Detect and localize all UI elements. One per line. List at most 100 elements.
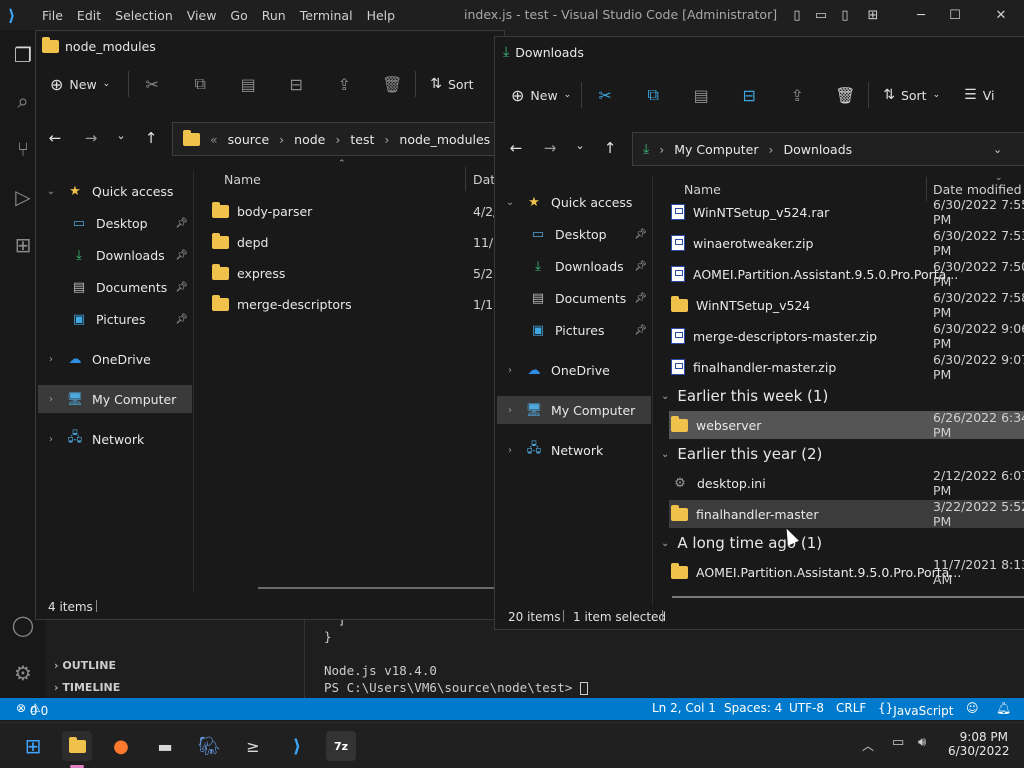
forward-arrow-icon[interactable]: → — [539, 139, 561, 157]
network-status-icon[interactable]: ▭ — [892, 735, 904, 750]
outline-section[interactable]: › OUTLINE — [54, 659, 116, 672]
file-explorer-taskbar-icon[interactable] — [62, 731, 92, 761]
recent-locations-chevron-icon[interactable]: ⌄ — [569, 139, 591, 152]
file-row[interactable]: depd 11/1 — [212, 228, 504, 256]
nav-documents[interactable]: ▤ Documents 📌︎ — [523, 284, 651, 312]
group-header-long-time-ago[interactable]: ⌄ A long time ago (1) — [661, 534, 822, 552]
nav-my-computer[interactable]: › 🖥︎ My Computer — [497, 396, 651, 424]
nav-desktop[interactable]: ▭ Desktop 📌︎ — [64, 209, 192, 237]
customize-layout-icon[interactable]: ⊞ — [858, 0, 888, 30]
volume-icon[interactable]: 🔊︎ — [918, 735, 926, 750]
column-header-name[interactable]: Name — [224, 172, 261, 187]
file-row[interactable]: finalhandler-master.zip 6/30/2022 9:07 PM — [671, 352, 1024, 382]
show-hidden-icons-chevron-icon[interactable]: ︿ — [862, 737, 874, 754]
cursor-position[interactable]: Ln 2, Col 1 — [652, 701, 716, 715]
postgres-elephant-icon[interactable]: 🐘︎ — [194, 731, 224, 761]
menu-edit[interactable]: Edit — [77, 8, 101, 23]
file-row[interactable]: ⚙ desktop.ini 2/12/2022 6:07 PM — [671, 468, 1024, 498]
menu-terminal[interactable]: Terminal — [300, 8, 353, 23]
group-header-earlier-this-week[interactable]: ⌄ Earlier this week (1) — [661, 387, 828, 405]
firefox-icon[interactable]: ● — [106, 731, 136, 761]
nav-onedrive[interactable]: › ☁ OneDrive — [497, 356, 651, 384]
file-row-selected[interactable]: webserver 6/26/2022 6:34 PM — [669, 410, 1024, 440]
address-bar[interactable]: ⤓ › My Computer › Downloads ⌄ — [632, 132, 1024, 166]
nav-network[interactable]: › 🖧︎ Network — [497, 436, 651, 464]
sort-button[interactable]: ⇅ Sort ⌄ — [883, 87, 940, 103]
nav-pictures[interactable]: ▣ Pictures 📌︎ — [64, 305, 192, 333]
terminal-prompt[interactable]: PS C:\Users\VM6\source\node\test> — [324, 680, 588, 695]
nav-onedrive[interactable]: › ☁ OneDrive — [38, 345, 192, 373]
breadcrumb-test[interactable]: test — [350, 132, 374, 147]
menu-help[interactable]: Help — [367, 8, 396, 23]
eol-status[interactable]: CRLF — [836, 701, 866, 715]
copy-icon[interactable]: ⧉ — [185, 74, 215, 94]
address-bar[interactable]: « source › node › test › node_modules — [172, 122, 512, 156]
file-row[interactable]: AOMEI.Partition.Assistant.9.5.0.Pro.Port… — [671, 259, 1024, 289]
back-arrow-icon[interactable]: ← — [44, 129, 66, 147]
encoding-status[interactable]: UTF-8 — [789, 701, 824, 715]
7zip-icon[interactable]: 7z — [326, 731, 356, 761]
terminal-window-icon[interactable]: ▬ — [150, 731, 180, 761]
nav-pictures[interactable]: ▣ Pictures 📌︎ — [523, 316, 651, 344]
share-icon[interactable]: ⇪ — [329, 75, 359, 94]
rename-icon[interactable]: ⊟ — [281, 75, 311, 94]
indentation-status[interactable]: Spaces: 4 — [724, 701, 782, 715]
powershell-prompt-icon[interactable]: ≥ — [238, 731, 268, 761]
nav-my-computer[interactable]: › 🖥︎ My Computer — [38, 385, 192, 413]
menu-selection[interactable]: Selection — [115, 8, 173, 23]
language-mode[interactable]: {} JavaScript — [878, 701, 953, 718]
breadcrumb-node-modules[interactable]: node_modules — [399, 132, 490, 147]
share-icon[interactable]: ⇪ — [782, 86, 812, 105]
file-row[interactable]: express 5/20 — [212, 259, 504, 287]
notifications-bell-icon[interactable]: 🔔︎ — [996, 701, 1011, 715]
horizontal-scrollbar[interactable] — [672, 596, 1024, 598]
nav-quick-access[interactable]: ⌄ ★ Quick access — [38, 177, 192, 205]
file-row-hover[interactable]: finalhandler-master 3/22/2022 5:52 PM — [669, 499, 1024, 529]
column-header-date-modified[interactable]: Date modified — [933, 182, 1022, 197]
forward-arrow-icon[interactable]: → — [80, 129, 102, 147]
menu-run[interactable]: Run — [262, 8, 286, 23]
nav-desktop[interactable]: ▭ Desktop 📌︎ — [523, 220, 651, 248]
nav-quick-access[interactable]: ⌄ ★ Quick access — [497, 188, 651, 216]
clock[interactable]: 9:08 PM 6/30/2022 — [948, 730, 1010, 758]
source-control-icon[interactable]: ⑂ — [8, 134, 38, 164]
menu-view[interactable]: View — [187, 8, 217, 23]
problems-status[interactable]: ⊗ 0 ⚠ 0 — [16, 701, 48, 718]
extensions-icon[interactable]: ⊞ — [8, 230, 38, 260]
file-row[interactable]: winaerotweaker.zip 6/30/2022 7:53 PM — [671, 228, 1024, 258]
vscode-taskbar-icon[interactable]: ⟩ — [282, 731, 312, 761]
file-row[interactable]: AOMEI.Partition.Assistant.9.5.0.Pro.Port… — [671, 557, 1024, 587]
accounts-icon[interactable]: ◯ — [8, 610, 38, 640]
copy-icon[interactable]: ⧉ — [638, 85, 668, 105]
recent-locations-chevron-icon[interactable]: ⌄ — [110, 129, 132, 142]
breadcrumb-my-computer[interactable]: My Computer — [674, 142, 758, 157]
minimize-button[interactable]: ─ — [906, 0, 936, 30]
file-row[interactable]: WinNTSetup_v524 6/30/2022 7:58 PM — [671, 290, 1024, 320]
paste-icon[interactable]: ▤ — [233, 75, 263, 94]
nav-downloads[interactable]: ⤓ Downloads 📌︎ — [64, 241, 192, 269]
up-arrow-icon[interactable]: ↑ — [599, 139, 621, 157]
timeline-section[interactable]: › TIMELINE — [54, 681, 120, 694]
up-arrow-icon[interactable]: ↑ — [140, 129, 162, 147]
new-button[interactable]: ⊕ New ⌄ — [511, 86, 571, 105]
feedback-icon[interactable]: ☺ — [966, 701, 979, 715]
breadcrumb-source[interactable]: source — [228, 132, 270, 147]
nav-downloads[interactable]: ⤓ Downloads 📌︎ — [523, 252, 651, 280]
manage-gear-icon[interactable]: ⚙ — [8, 658, 38, 688]
rename-icon[interactable]: ⊟ — [734, 86, 764, 105]
delete-icon[interactable]: 🗑︎ — [377, 75, 407, 94]
cut-icon[interactable]: ✂ — [137, 75, 167, 94]
group-header-earlier-this-year[interactable]: ⌄ Earlier this year (2) — [661, 445, 822, 463]
nav-network[interactable]: › 🖧︎ Network — [38, 425, 192, 453]
file-row[interactable]: body-parser 4/2/ — [212, 197, 504, 225]
paste-icon[interactable]: ▤ — [686, 86, 716, 105]
new-button[interactable]: ⊕ New ⌄ — [50, 75, 110, 94]
breadcrumb-downloads[interactable]: Downloads — [784, 142, 853, 157]
sort-button[interactable]: ⇅ Sort — [430, 76, 473, 92]
menu-file[interactable]: File — [42, 8, 63, 23]
file-row[interactable]: merge-descriptors 1/11 — [212, 290, 504, 318]
file-row[interactable]: WinNTSetup_v524.rar 6/30/2022 7:55 PM — [671, 197, 1024, 227]
delete-icon[interactable]: 🗑︎ — [830, 86, 860, 105]
maximize-button[interactable]: ☐ — [940, 0, 970, 30]
run-debug-icon[interactable]: ▷ — [8, 182, 38, 212]
